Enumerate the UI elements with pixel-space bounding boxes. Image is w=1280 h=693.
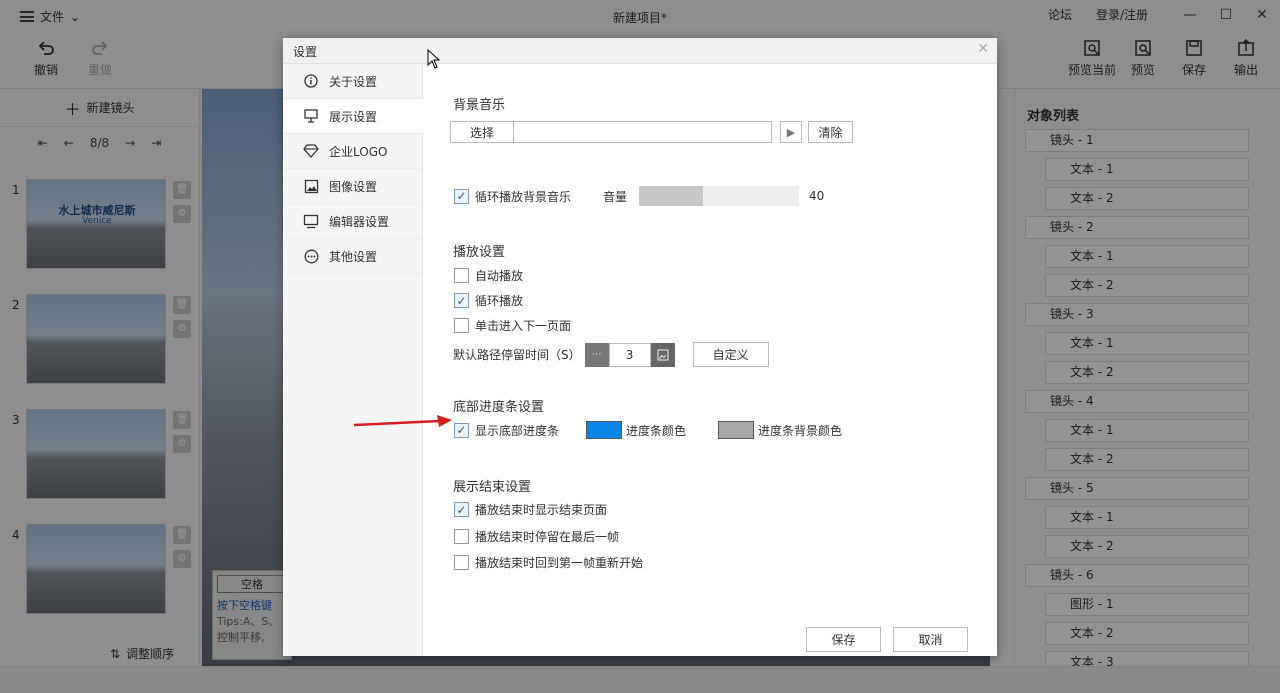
nav-item-label: 图像设置 — [329, 179, 378, 194]
image-icon — [303, 178, 319, 194]
increment-icon[interactable] — [650, 342, 675, 367]
progress-color-label: 进度条颜色 — [626, 423, 687, 438]
save-button[interactable]: 保存 — [806, 627, 881, 652]
restart-label: 播放结束时回到第一帧重新开始 — [475, 556, 644, 570]
play-icon: ▶ — [786, 125, 796, 139]
nav-item-about[interactable]: 关于设置 — [283, 64, 422, 99]
nav-item-other[interactable]: 其他设置 — [283, 239, 422, 274]
loop-playback-checkbox[interactable] — [454, 293, 469, 308]
end-section-title: 展示结束设置 — [453, 480, 532, 495]
more-icon — [303, 248, 319, 264]
click-next-checkbox[interactable] — [454, 318, 469, 333]
loop-music-checkbox[interactable] — [454, 188, 469, 204]
clear-music-button[interactable]: 清除 — [808, 121, 853, 143]
mouse-cursor-icon — [427, 49, 441, 69]
nav-item-label: 其他设置 — [329, 249, 378, 264]
nav-item-display[interactable]: 展示设置 — [283, 99, 423, 134]
annotation-arrow-icon — [353, 415, 452, 427]
cancel-button[interactable]: 取消 — [893, 627, 968, 652]
nav-item-label: 编辑器设置 — [329, 214, 390, 229]
restart-checkbox[interactable] — [454, 555, 469, 570]
progress-color-swatch[interactable] — [586, 421, 623, 439]
progress-bg-color-swatch[interactable] — [718, 421, 755, 439]
dialog-title: 设置 — [293, 45, 318, 59]
autoplay-checkbox[interactable] — [454, 268, 469, 283]
show-end-page-checkbox[interactable] — [454, 502, 469, 517]
nav-item-logo[interactable]: 企业LOGO — [283, 134, 422, 169]
show-progress-checkbox[interactable] — [454, 422, 469, 438]
settings-nav: 关于设置 展示设置 企业LOGO 图像设置 编辑器设置 其他设置 — [283, 64, 423, 656]
progress-section-title: 底部进度条设置 — [453, 400, 545, 415]
monitor-icon — [303, 213, 319, 229]
play-music-button[interactable]: ▶ — [780, 121, 802, 143]
show-progress-label: 显示底部进度条 — [475, 423, 560, 438]
nav-item-image[interactable]: 图像设置 — [283, 169, 422, 204]
show-end-page-label: 播放结束时显示结束页面 — [475, 503, 608, 517]
nav-item-editor[interactable]: 编辑器设置 — [283, 204, 422, 239]
dwell-time-stepper: ⋯ 3 — [584, 342, 675, 367]
nav-item-label: 关于设置 — [329, 74, 378, 89]
settings-dialog: 设置 ✕ 关于设置 展示设置 企业LOGO 图像设置 编辑器设置 其他设置 背景… — [283, 38, 997, 656]
diamond-icon — [303, 143, 319, 159]
nav-item-label: 展示设置 — [329, 109, 378, 124]
progress-bg-color-label: 进度条背景颜色 — [758, 423, 843, 438]
bgm-section-title: 背景音乐 — [453, 98, 506, 113]
close-icon[interactable]: ✕ — [977, 41, 989, 57]
volume-value: 40 — [809, 189, 825, 203]
info-icon — [303, 73, 319, 89]
volume-slider[interactable] — [639, 186, 800, 206]
select-music-button[interactable]: 选择 — [450, 121, 514, 143]
music-path-field[interactable] — [513, 121, 772, 143]
click-next-label: 单击进入下一页面 — [475, 319, 572, 333]
playback-section-title: 播放设置 — [453, 245, 506, 260]
stay-last-frame-checkbox[interactable] — [454, 529, 469, 544]
decrement-icon[interactable]: ⋯ — [584, 342, 609, 367]
loop-music-label: 循环播放背景音乐 — [475, 189, 572, 204]
dialog-header: 设置 ✕ — [283, 38, 997, 64]
loop-playback-label: 循环播放 — [475, 294, 524, 308]
display-settings-panel: 背景音乐 选择 ▶ 清除 循环播放背景音乐 音量 40 播放设置 自动播放 循环… — [423, 64, 997, 656]
presentation-icon — [303, 108, 319, 124]
stay-last-frame-label: 播放结束时停留在最后一帧 — [475, 530, 620, 544]
dwell-time-label: 默认路径停留时间（S） — [453, 348, 581, 362]
autoplay-label: 自动播放 — [475, 269, 524, 283]
custom-button[interactable]: 自定义 — [692, 342, 769, 367]
dwell-time-input[interactable]: 3 — [608, 342, 651, 367]
volume-slider-fill — [639, 186, 704, 206]
volume-label: 音量 — [603, 189, 628, 204]
nav-item-label: 企业LOGO — [329, 144, 388, 159]
